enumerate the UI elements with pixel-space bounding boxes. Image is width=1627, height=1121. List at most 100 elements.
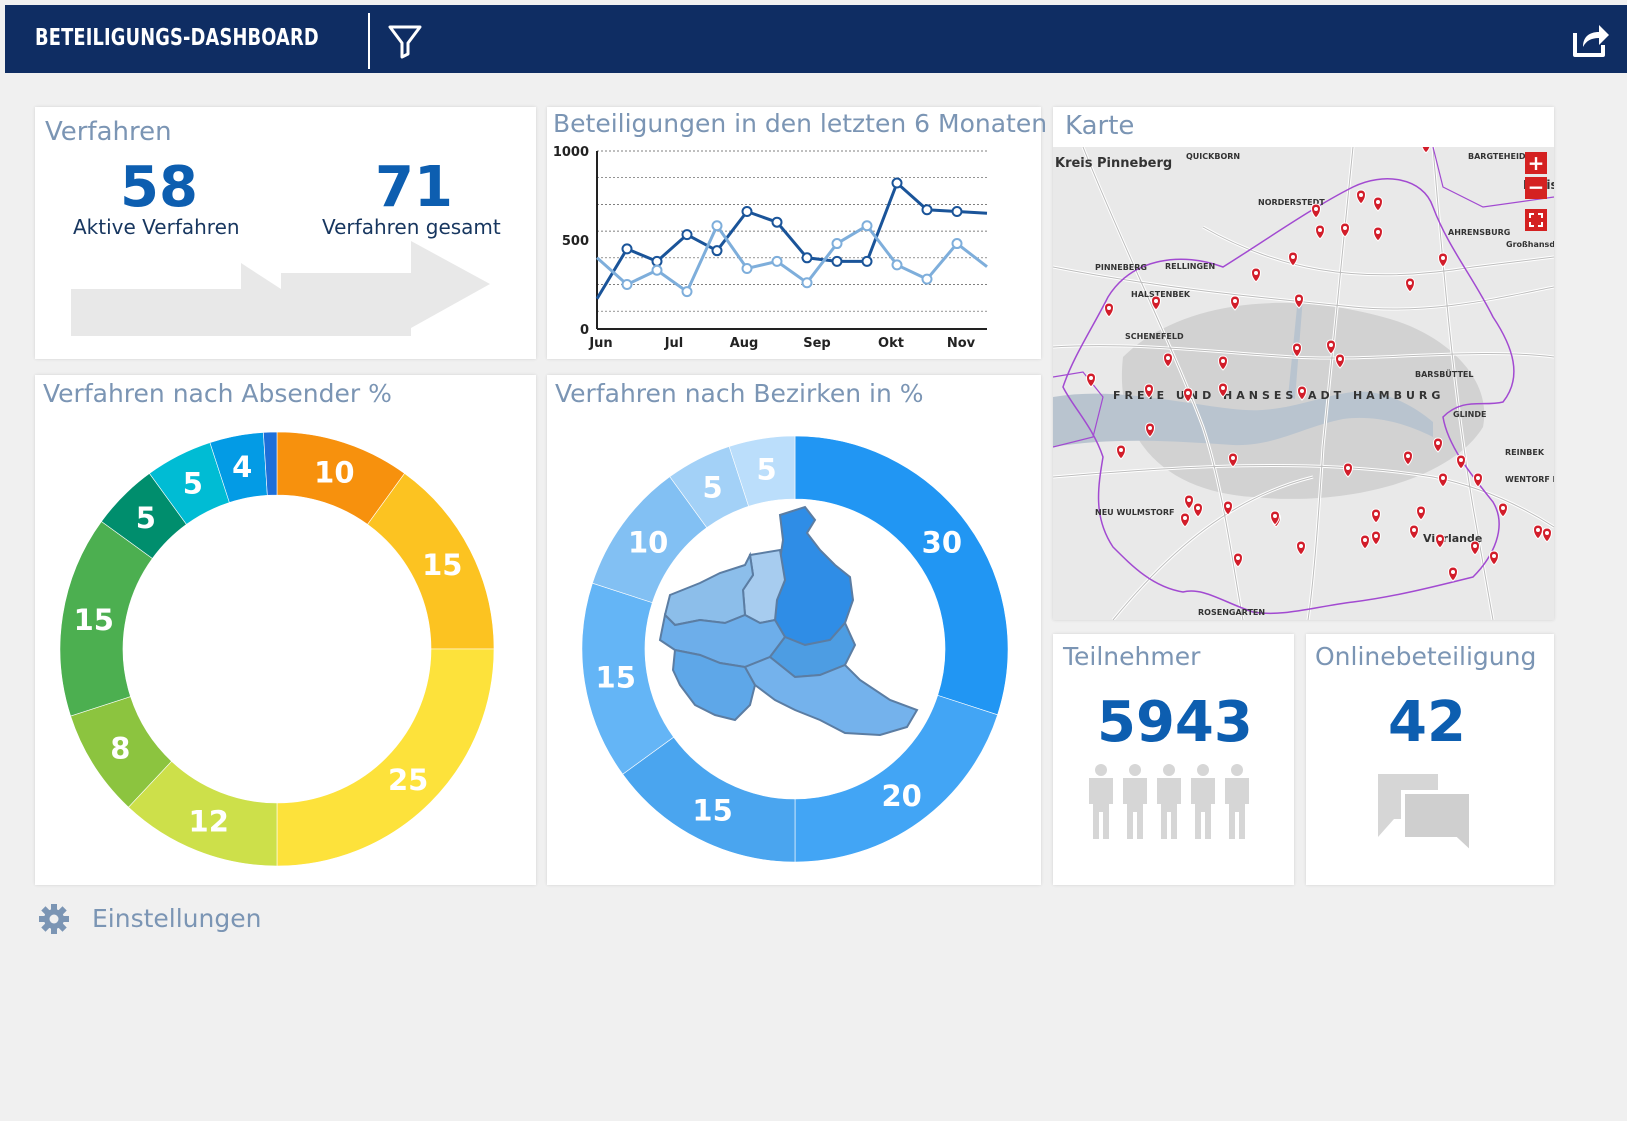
map-pin-dot [1233, 299, 1237, 303]
donut-slice-label: 5 [136, 501, 156, 535]
map-pin-dot [1147, 387, 1151, 391]
map-place-label: BARGTEHEIDE [1468, 152, 1531, 161]
donut-slice-label: 5 [183, 467, 203, 501]
map-pin-dot [1363, 538, 1367, 542]
series-1-point [771, 216, 783, 228]
map-pin-dot [1273, 514, 1277, 518]
map-pin-dot [1089, 376, 1093, 380]
map-pin-dot [1196, 506, 1200, 510]
line-chart: 0 500 1000 Jun Jul Aug Sep Okt Nov [553, 145, 988, 351]
map-pin-dot [1186, 391, 1190, 395]
chat-bubbles-icon [1378, 774, 1473, 858]
map-view[interactable]: Kreis Pinneberg QUICKBORNNORDERSTEDTBARGT… [1053, 147, 1554, 620]
map-pin-dot [1107, 306, 1111, 310]
filter-button[interactable] [388, 23, 422, 59]
filter-icon [388, 25, 422, 59]
donut-slice-label: 10 [628, 525, 668, 559]
map-pin-dot [1438, 537, 1442, 541]
map-place-label: RELLINGEN [1165, 262, 1215, 271]
teilnehmer-card: Teilnehmer 5943 [1053, 634, 1294, 885]
share-button[interactable] [1571, 19, 1611, 59]
map-pin-dot [1374, 512, 1378, 516]
x-tick-label: Jul [664, 336, 684, 351]
donut-slice-label: 25 [388, 763, 428, 797]
map-pin-dot [1119, 448, 1123, 452]
map-pin-dot [1459, 458, 1463, 462]
online-card: Onlinebeteiligung 42 [1306, 634, 1554, 885]
absender-card: Verfahren nach Absender % 10 15 25 12 8 15 5 5 4 [35, 375, 536, 885]
map-place-label: AHRENSBURG [1448, 228, 1510, 237]
y-tick-label: 1000 [553, 145, 589, 160]
donut-slice-label: 15 [692, 794, 732, 828]
people-icon [1089, 764, 1249, 839]
total-count: 71 [375, 155, 453, 220]
donut-slice-label: 8 [110, 731, 130, 765]
map-place-label: Großhansdorf [1506, 240, 1554, 249]
series-2-point [831, 238, 843, 250]
series-1-point [831, 255, 843, 267]
map-pin-dot [1406, 454, 1410, 458]
donut-slice-label: 30 [922, 525, 962, 559]
series-1-point [951, 206, 963, 218]
series-2-point [771, 255, 783, 267]
header-divider [368, 13, 370, 69]
x-tick-label: Jun [588, 336, 612, 351]
map-pin-dot [1451, 570, 1455, 574]
series-1-point [861, 255, 873, 267]
map-place-label: QUICKBORN [1186, 152, 1240, 161]
series-2-point [861, 220, 873, 232]
zoom-in-button[interactable]: + [1525, 152, 1547, 174]
map-place-label: REINBEK [1505, 448, 1545, 457]
map-pin-dot [1148, 426, 1152, 430]
map-place-label: ROSENGARTEN [1198, 608, 1265, 617]
series-2-point [711, 220, 723, 232]
map-pin-dot [1300, 389, 1304, 393]
x-tick-label: Okt [878, 336, 904, 351]
map-place-label: WENTORF bei Hamburg [1505, 475, 1554, 484]
gear-icon [39, 904, 69, 934]
map-pin-dot [1166, 356, 1170, 360]
map-place-label: HALSTENBEK [1131, 290, 1191, 299]
fullscreen-icon [1529, 213, 1543, 227]
map-pin-dot [1221, 359, 1225, 363]
series-1-point [801, 252, 813, 264]
donut-slices [59, 431, 495, 867]
zoom-out-button[interactable]: − [1525, 177, 1547, 199]
series-2-point [651, 264, 663, 276]
fullscreen-button[interactable] [1525, 209, 1547, 231]
map-place-label: GLINDE [1453, 410, 1486, 419]
bezirke-donut-chart: 30 20 15 15 10 55 [581, 435, 1009, 863]
series-2-point [801, 277, 813, 289]
y-tick-label: 500 [562, 234, 589, 249]
map-pin-dot [1295, 346, 1299, 350]
bezirke-card: Verfahren nach Bezirken in % 30 20 15 15 10 5… [547, 375, 1041, 885]
map-pin-dot [1183, 516, 1187, 520]
series-2-point [921, 273, 933, 285]
map-pin-dot [1359, 193, 1363, 197]
map-pin-dot [1473, 544, 1477, 548]
series-1-point [621, 243, 633, 255]
map-place-label: SCHENEFELD [1125, 332, 1184, 341]
map-pin-dot [1492, 554, 1496, 558]
hamburg-districts-map [658, 505, 919, 737]
map-title: Karte [1065, 111, 1135, 141]
top-bar: BETEILIGUNGS-DASHBOARD [5, 5, 1627, 73]
series-1-point [891, 177, 903, 189]
map-pin-dot [1501, 506, 1505, 510]
map-pin-dot [1318, 228, 1322, 232]
map-pin-dot [1374, 534, 1378, 538]
map-pin-dot [1329, 343, 1333, 347]
map-pin-dot [1419, 509, 1423, 513]
active-count: 58 [120, 155, 198, 220]
map-pin-dot [1441, 256, 1445, 260]
map-pin-dot [1545, 531, 1549, 535]
map-pin-dot [1536, 528, 1540, 532]
donut-slice-label: 15 [74, 603, 114, 637]
x-tick-label: Aug [730, 336, 759, 351]
map-pin-dot [1314, 207, 1318, 211]
series-1-point [651, 255, 663, 267]
donut-slice-label: 5 [703, 470, 723, 504]
donut-slice-label: 10 [314, 456, 354, 490]
series-2-point [681, 286, 693, 298]
series-2-point [891, 259, 903, 271]
